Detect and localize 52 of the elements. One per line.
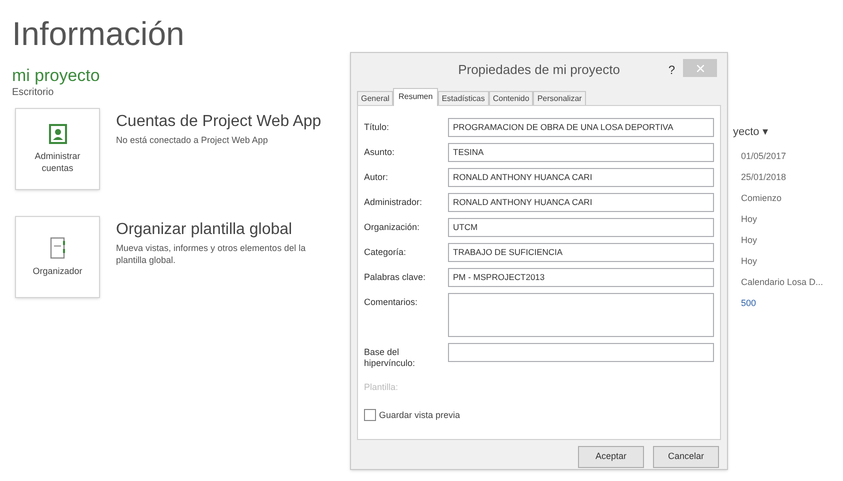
- dialog-button[interactable]: Aceptar: [578, 446, 644, 468]
- field-label: Autor:: [364, 171, 390, 183]
- property-value: Hoy: [741, 234, 758, 247]
- input-field[interactable]: PM - MSPROJECT2013: [448, 268, 714, 287]
- field-label: Organización:: [364, 221, 421, 233]
- field-label: Título:: [364, 121, 390, 133]
- comments-field[interactable]: [448, 293, 714, 337]
- property-value: 01/05/2017: [741, 150, 788, 163]
- input-field[interactable]: TRABAJO DE SUFICIENCIA: [448, 243, 714, 262]
- close-icon: [696, 64, 704, 72]
- field-label: Asunto:: [364, 146, 396, 158]
- input-field[interactable]: UTCM: [448, 218, 714, 237]
- property-value: 25/01/2018: [741, 171, 788, 184]
- input-field[interactable]: RONALD ANTHONY HUANCA CARI: [448, 168, 714, 187]
- page-title: Información: [12, 14, 184, 54]
- dialog-title: Propiedades de mi proyecto: [458, 61, 620, 80]
- section-description: No está conectado a Project Web App: [116, 134, 269, 146]
- field-label: Comentarios:: [364, 296, 419, 308]
- person-card-icon: [48, 124, 66, 144]
- action-tile[interactable]: Administrar cuentas: [15, 108, 100, 190]
- file-location: Escritorio: [12, 86, 54, 100]
- field-label: Categoría:: [364, 246, 408, 258]
- dialog-tab[interactable]: Resumen: [393, 88, 438, 106]
- properties-heading[interactable]: yecto ▾: [733, 124, 768, 140]
- field-label: Palabras clave:: [364, 271, 427, 283]
- field-label: Administrador:: [364, 196, 424, 208]
- checkbox-label: Guardar vista previa: [379, 408, 460, 422]
- checkbox[interactable]: [364, 409, 376, 422]
- close-button[interactable]: [683, 59, 717, 77]
- dialog-button[interactable]: Cancelar: [653, 446, 719, 468]
- section-title: Organizar plantilla global: [116, 220, 294, 240]
- section-description: Mueva vistas, informes y otros elementos del la plantilla global.: [116, 242, 307, 266]
- organizer-icon: [50, 237, 66, 259]
- property-value: Hoy: [741, 255, 758, 268]
- input-field[interactable]: RONALD ANTHONY HUANCA CARI: [448, 193, 714, 212]
- help-button[interactable]: ?: [668, 61, 675, 79]
- property-value: Calendario Losa D...: [741, 276, 824, 289]
- dialog-tab[interactable]: Contenido: [488, 91, 534, 105]
- input-field[interactable]: TESINA: [448, 143, 714, 162]
- dialog-tab[interactable]: Personalizar: [533, 91, 586, 105]
- dialog-tab[interactable]: General: [357, 91, 394, 105]
- property-value: Comienzo: [741, 192, 783, 205]
- field-label: Base del hipervínculo:: [364, 346, 416, 369]
- action-tile[interactable]: Organizador: [15, 216, 100, 298]
- section-title: Cuentas de Project Web App: [116, 112, 322, 132]
- property-link[interactable]: 500: [741, 293, 824, 314]
- property-value: Hoy: [741, 213, 758, 226]
- project-name: mi proyecto: [12, 66, 100, 86]
- input-field[interactable]: PROGRAMACION DE OBRA DE UNA LOSA DEPORTIVA: [448, 118, 714, 137]
- input-field[interactable]: [448, 343, 714, 362]
- dialog-tab[interactable]: Estadísticas: [438, 91, 489, 105]
- template-label: Plantilla:: [364, 381, 400, 394]
